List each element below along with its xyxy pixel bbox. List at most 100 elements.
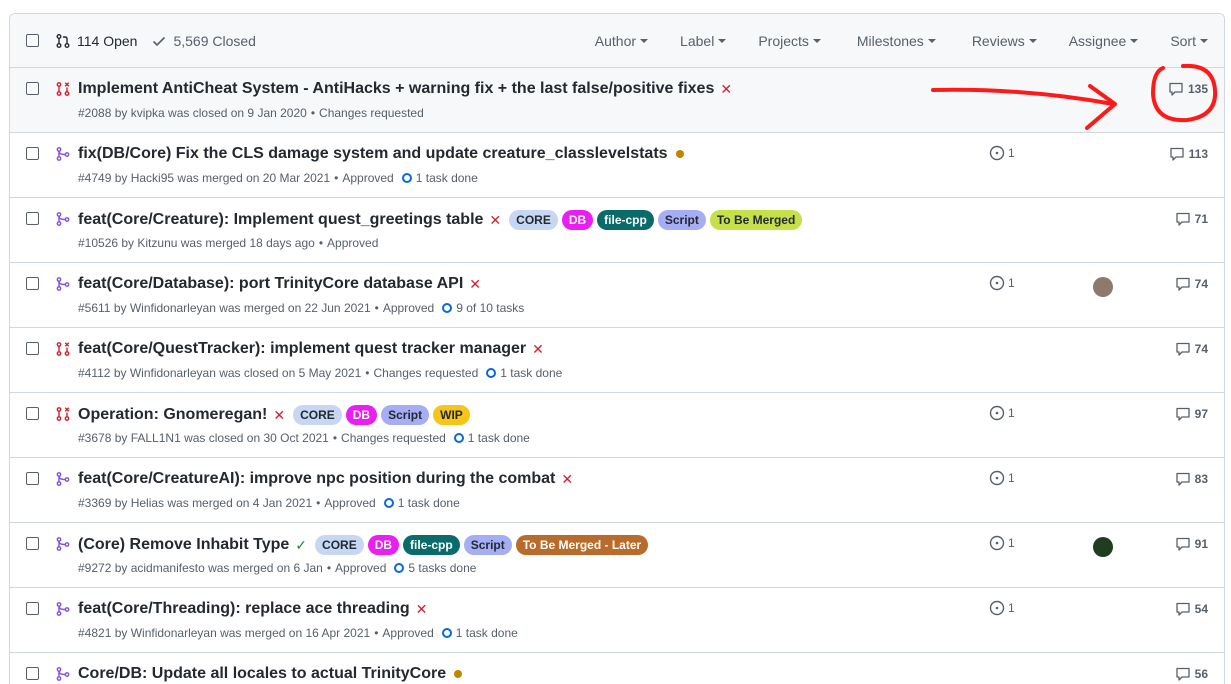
review-status[interactable]: Changes requested	[341, 431, 446, 445]
comments-link[interactable]: 135	[1168, 81, 1208, 97]
projects-filter[interactable]: Projects	[758, 33, 821, 49]
checks-failed-icon[interactable]: ✕	[720, 81, 732, 98]
row-checkbox[interactable]	[26, 82, 39, 95]
checks-failed-icon[interactable]: ✕	[561, 471, 573, 488]
comments-link[interactable]: 74	[1175, 341, 1208, 357]
pr-title-link[interactable]: feat(Core/Database): port TrinityCore da…	[78, 275, 463, 293]
label-badge[interactable]: CORE	[509, 210, 558, 230]
row-checkbox[interactable]	[26, 212, 39, 225]
table-row[interactable]: (Core) Remove Inhabit Type ✓ CORE DB file-…	[10, 523, 1224, 588]
comments-link[interactable]: 54	[1175, 601, 1208, 617]
review-status[interactable]: Approved	[324, 496, 375, 510]
select-all-checkbox[interactable]	[26, 34, 39, 47]
review-status[interactable]: Approved	[382, 626, 433, 640]
review-status[interactable]: Approved	[327, 236, 378, 250]
task-progress[interactable]: 9 of 10 tasks	[442, 301, 524, 315]
comments-link[interactable]: 56	[1175, 666, 1208, 682]
checks-failed-icon[interactable]: ✕	[489, 212, 501, 229]
author-filter[interactable]: Author	[595, 33, 649, 49]
task-progress[interactable]: 1 task done	[401, 171, 478, 185]
label-badge[interactable]: To Be Merged - Later	[515, 535, 649, 555]
table-row[interactable]: feat(Core/Database): port TrinityCore da…	[10, 263, 1224, 328]
label-badge[interactable]: file-cpp	[403, 535, 460, 555]
label-badge[interactable]: file-cpp	[597, 210, 654, 230]
checks-passed-icon[interactable]: ✓	[295, 537, 307, 554]
label-badge[interactable]: WIP	[433, 405, 470, 425]
avatar[interactable]	[1093, 277, 1113, 297]
table-row[interactable]: Implement AntiCheat System - AntiHacks +…	[10, 68, 1224, 133]
pr-title-link[interactable]: feat(Core/CreatureAI): improve npc posit…	[78, 470, 555, 488]
table-row[interactable]: Core/DB: Update all locales to actual Tr…	[10, 653, 1224, 684]
row-checkbox[interactable]	[26, 407, 39, 420]
label-badge[interactable]: DB	[367, 535, 400, 555]
table-row[interactable]: feat(Core/QuestTracker): implement quest…	[10, 328, 1224, 393]
task-progress[interactable]: 1 task done	[441, 626, 518, 640]
checks-failed-icon[interactable]: ✕	[469, 276, 481, 293]
comments-link[interactable]: 91	[1175, 536, 1208, 552]
row-checkbox[interactable]	[26, 537, 39, 550]
task-progress[interactable]: 1 task done	[486, 366, 562, 380]
pr-title-link[interactable]: feat(Core/QuestTracker): implement quest…	[78, 340, 526, 358]
comments-link[interactable]: 71	[1175, 211, 1208, 227]
linked-issues[interactable]: 1	[989, 600, 1015, 616]
review-status[interactable]: Approved	[383, 301, 434, 315]
assignee-filter[interactable]: Assignee	[1069, 33, 1139, 49]
row-checkbox[interactable]	[26, 602, 39, 615]
label-badge[interactable]: Script	[463, 535, 512, 555]
table-row[interactable]: fix(DB/Core) Fix the CLS damage system a…	[10, 133, 1224, 198]
comments-link[interactable]: 74	[1175, 276, 1208, 292]
review-status[interactable]: Approved	[335, 561, 386, 575]
task-progress[interactable]: 1 task done	[383, 496, 460, 510]
review-status[interactable]: Changes requested	[374, 366, 479, 380]
closed-filter[interactable]: 5,569 Closed	[151, 33, 256, 49]
table-row[interactable]: feat(Core/CreatureAI): improve npc posit…	[10, 458, 1224, 523]
pr-title-link[interactable]: (Core) Remove Inhabit Type	[78, 536, 289, 554]
review-status[interactable]: Approved	[342, 171, 393, 185]
task-progress[interactable]: 5 tasks done	[394, 561, 476, 575]
label-filter[interactable]: Label	[680, 33, 727, 49]
comments-link[interactable]: 83	[1175, 471, 1208, 487]
label-badge[interactable]: CORE	[293, 405, 342, 425]
row-checkbox[interactable]	[26, 667, 39, 680]
table-row[interactable]: feat(Core/Threading): replace ace thread…	[10, 588, 1224, 653]
row-checkbox[interactable]	[26, 147, 39, 160]
label-badge[interactable]: DB	[561, 210, 594, 230]
pr-title-link[interactable]: Operation: Gnomeregan!	[78, 406, 267, 424]
comments-link[interactable]: 113	[1169, 146, 1208, 162]
caret-down-icon	[1200, 39, 1208, 43]
pr-title-link[interactable]: feat(Core/Threading): replace ace thread…	[78, 600, 410, 618]
milestones-filter[interactable]: Milestones	[857, 33, 936, 49]
row-checkbox[interactable]	[26, 342, 39, 355]
row-checkbox[interactable]	[26, 277, 39, 290]
reviews-filter[interactable]: Reviews	[972, 33, 1037, 49]
pr-title-link[interactable]: Implement AntiCheat System - AntiHacks +…	[78, 80, 714, 98]
label-badge[interactable]: Script	[657, 210, 706, 230]
pr-title-link[interactable]: fix(DB/Core) Fix the CLS damage system a…	[78, 145, 668, 163]
pr-title-link[interactable]: Core/DB: Update all locales to actual Tr…	[78, 665, 446, 683]
avatar[interactable]	[1093, 537, 1113, 557]
open-filter[interactable]: 114 Open	[55, 33, 137, 49]
checks-failed-icon[interactable]: ✕	[416, 601, 428, 618]
linked-issues[interactable]: 1	[989, 470, 1015, 486]
pr-title-link[interactable]: feat(Core/Creature): Implement quest_gre…	[78, 211, 483, 229]
sort-filter[interactable]: Sort	[1170, 33, 1208, 49]
linked-issues[interactable]: 1	[989, 145, 1015, 161]
table-row[interactable]: feat(Core/Creature): Implement quest_gre…	[10, 198, 1224, 263]
label-badge[interactable]: To Be Merged	[709, 210, 803, 230]
label-badge[interactable]: DB	[345, 405, 378, 425]
comments-link[interactable]: 97	[1175, 406, 1208, 422]
label-badge[interactable]: Script	[381, 405, 430, 425]
label-badge[interactable]: CORE	[315, 535, 364, 555]
row-checkbox[interactable]	[26, 472, 39, 485]
review-status[interactable]: Changes requested	[319, 106, 424, 120]
table-row[interactable]: Operation: Gnomeregan! ✕ CORE DB Script WIP…	[10, 393, 1224, 458]
checks-pending-icon[interactable]	[675, 150, 684, 158]
linked-issues[interactable]: 1	[989, 535, 1015, 551]
linked-issues[interactable]: 1	[989, 275, 1015, 291]
checks-pending-icon[interactable]	[454, 670, 463, 678]
linked-issues[interactable]: 1	[989, 405, 1015, 421]
task-progress[interactable]: 1 task done	[453, 431, 530, 445]
checks-failed-icon[interactable]: ✕	[273, 407, 285, 424]
checks-failed-icon[interactable]: ✕	[532, 341, 544, 358]
comment-count: 135	[1187, 82, 1208, 96]
